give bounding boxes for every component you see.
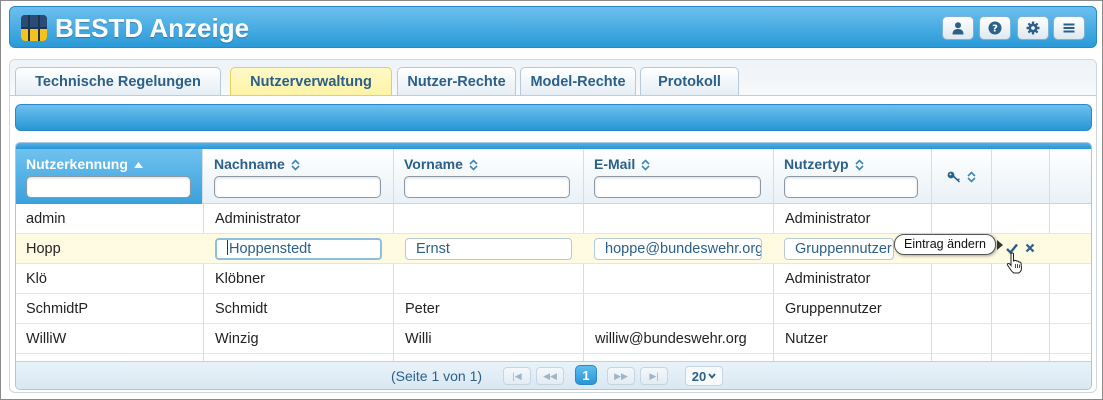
page-info: (Seite 1 von 1) <box>391 368 483 384</box>
text-cursor <box>227 240 228 255</box>
app-header: BESTD Anzeige ? <box>9 6 1097 48</box>
filter-input-nachname[interactable] <box>214 176 381 198</box>
help-button[interactable]: ? <box>979 16 1011 40</box>
filter-input-nutzertyp[interactable] <box>784 176 918 198</box>
cell-nutzerkennung: WilliW <box>26 331 67 347</box>
cell-vorname <box>395 204 405 234</box>
first-page-button[interactable]: |◀ <box>503 367 531 385</box>
tooltip-edit-entry: Eintrag ändern <box>894 234 997 255</box>
cell-nutzertyp: Administrator <box>785 211 871 227</box>
svg-text:?: ? <box>992 24 998 35</box>
cell-nachname: Winzig <box>215 331 259 347</box>
cell-email <box>585 294 595 324</box>
column-header-nachname[interactable]: Nachname <box>204 149 394 204</box>
menu-button[interactable] <box>1053 16 1085 40</box>
edit-input-email[interactable]: hoppe@bundeswehr.org <box>594 238 762 260</box>
filter-input-nutzerkennung[interactable] <box>26 176 191 198</box>
main-panel: Technische Regelungen Nutzerverwaltung N… <box>9 59 1097 393</box>
pager: (Seite 1 von 1) |◀ ◀◀ 1 ▶▶ ▶| 20 <box>16 361 1091 389</box>
sort-icon <box>469 159 478 171</box>
tab-nutzerverwaltung[interactable]: Nutzerverwaltung <box>230 67 392 95</box>
sort-icon <box>641 159 650 171</box>
user-button[interactable] <box>942 16 974 40</box>
settings-button[interactable] <box>1017 16 1049 40</box>
key-icon <box>947 171 960 182</box>
sort-icon <box>291 159 300 171</box>
tooltip-arrow <box>997 240 1003 250</box>
cell-vorname: Peter <box>405 301 440 317</box>
user-grid: Nutzerkennung Nachname Vorname E-Mail Nu… <box>15 142 1092 390</box>
column-header-rechte[interactable] <box>932 149 992 204</box>
close-icon[interactable] <box>1025 243 1035 253</box>
cell-nachname: Administrator <box>215 211 301 227</box>
app-window: BESTD Anzeige ? Technische Regelungen Nu… <box>0 0 1103 400</box>
table-row[interactable]: WilliW Winzig Willi williw@bundeswehr.or… <box>16 324 1091 354</box>
tab-protokoll[interactable]: Protokoll <box>640 67 739 95</box>
column-label: Nachname <box>214 156 285 172</box>
chevron-down-icon <box>708 373 716 379</box>
grid-header-row: Nutzerkennung Nachname Vorname E-Mail Nu… <box>16 149 1091 204</box>
filter-input-email[interactable] <box>594 176 761 198</box>
column-label: Nutzertyp <box>784 156 849 172</box>
cell-nachname: Schmidt <box>215 301 268 317</box>
cell-nachname: Klöbner <box>215 271 265 287</box>
page-size-select[interactable]: 20 <box>685 366 723 386</box>
column-header-vorname[interactable]: Vorname <box>394 149 584 204</box>
cell-nutzerkennung: admin <box>26 211 66 227</box>
tab-model-rechte[interactable]: Model-Rechte <box>520 67 636 95</box>
cell-nutzertyp: Administrator <box>785 271 871 287</box>
edit-value: Hoppenstedt <box>229 241 312 257</box>
page-size-value: 20 <box>691 368 707 384</box>
toolbar-bar <box>15 104 1092 131</box>
cell-nutzerkennung: Klö <box>26 271 47 287</box>
cell-nutzerkennung: SchmidtP <box>26 301 89 317</box>
current-page-button[interactable]: 1 <box>575 365 597 385</box>
cell-nutzertyp: Nutzer <box>785 331 828 347</box>
cell-nutzertyp: Gruppennutzer <box>785 301 882 317</box>
prev-page-button[interactable]: ◀◀ <box>536 367 564 385</box>
question-icon: ? <box>988 21 1002 35</box>
edit-input-nachname[interactable]: Hoppenstedt <box>215 238 382 260</box>
column-header-nutzerkennung[interactable]: Nutzerkennung <box>16 149 203 204</box>
cell-vorname: Willi <box>405 331 432 347</box>
column-label: Vorname <box>404 156 463 172</box>
tab-technische-regelungen[interactable]: Technische Regelungen <box>15 67 221 95</box>
table-row[interactable]: admin Administrator Administrator <box>16 204 1091 234</box>
table-row[interactable]: SchmidtP Schmidt Peter Gruppennutzer <box>16 294 1091 324</box>
tab-nutzer-rechte[interactable]: Nutzer-Rechte <box>397 67 516 95</box>
gear-icon <box>1026 21 1040 35</box>
tab-bar: Technische Regelungen Nutzerverwaltung N… <box>10 60 1096 96</box>
cell-email <box>585 264 595 294</box>
hamburger-icon <box>1063 23 1075 33</box>
app-logo-icon <box>21 15 47 41</box>
last-page-button[interactable]: ▶| <box>640 367 668 385</box>
edit-input-vorname[interactable]: Ernst <box>405 238 572 260</box>
cell-vorname <box>395 264 405 294</box>
column-header-nutzertyp[interactable]: Nutzertyp <box>774 149 932 204</box>
user-icon <box>952 22 964 35</box>
next-page-button[interactable]: ▶▶ <box>607 367 635 385</box>
sort-icon <box>854 159 864 171</box>
cell-nutzerkennung: Hopp <box>26 241 61 257</box>
column-header-spacer <box>1050 149 1091 204</box>
column-label: E-Mail <box>594 156 636 172</box>
cell-email <box>585 204 595 234</box>
app-title: BESTD Anzeige <box>55 13 250 43</box>
column-label: Nutzerkennung <box>26 156 128 172</box>
cell-email: williw@bundeswehr.org <box>595 331 747 347</box>
column-header-email[interactable]: E-Mail <box>584 149 774 204</box>
table-row[interactable]: Klö Klöbner Administrator <box>16 264 1091 294</box>
filter-input-vorname[interactable] <box>404 176 570 198</box>
sort-icon <box>967 170 976 183</box>
edit-select-nutzertyp[interactable]: Gruppennutzer <box>784 238 894 260</box>
hand-pointer-icon <box>1006 252 1023 274</box>
sort-ascending-icon <box>133 162 143 169</box>
column-header-actions <box>992 149 1050 204</box>
